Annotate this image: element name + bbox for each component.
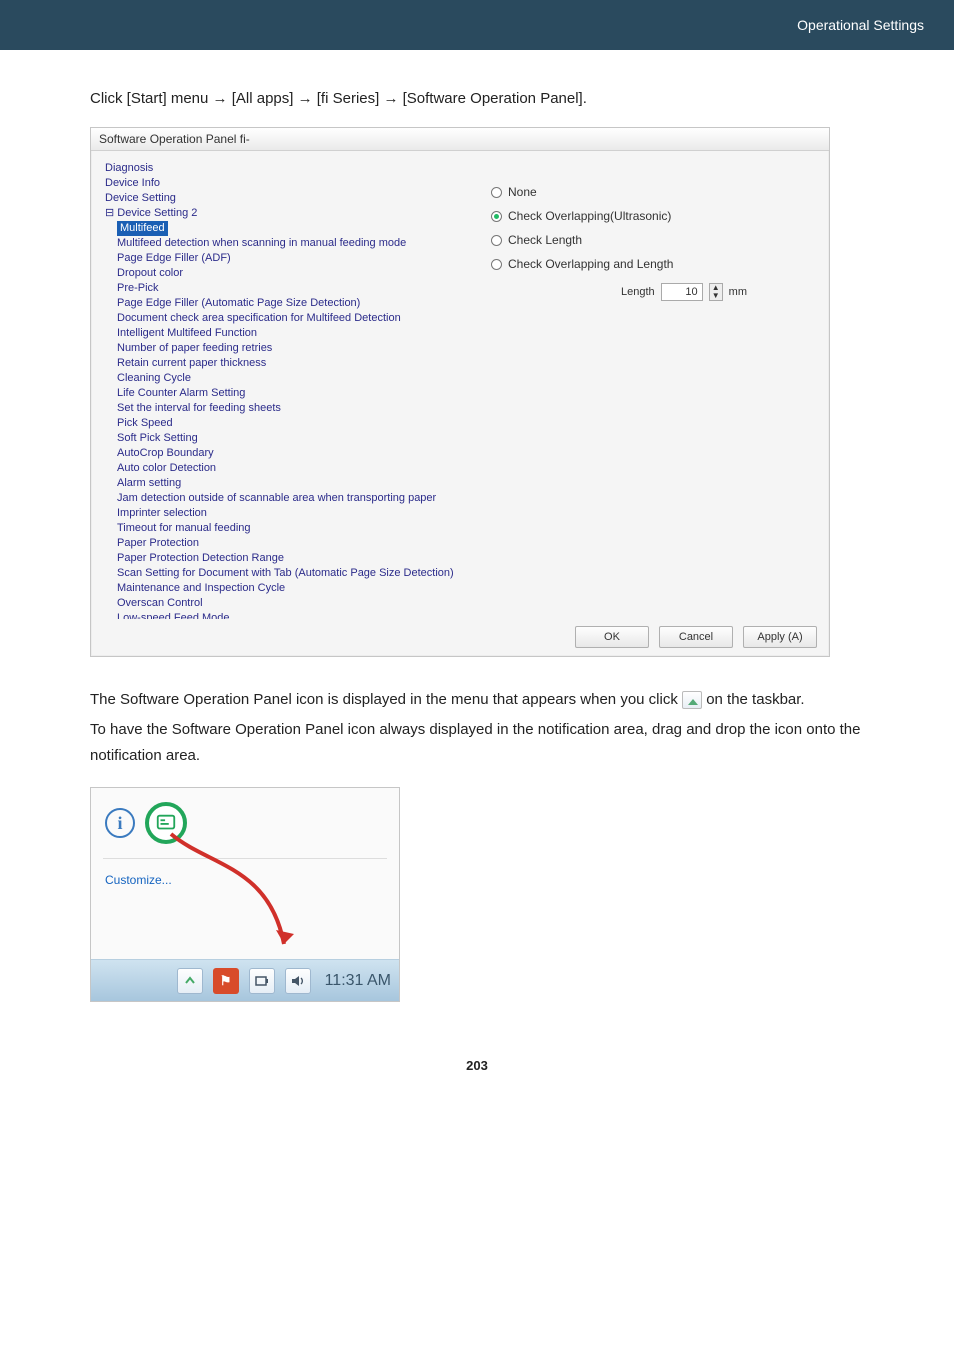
taskbar: ⚑ 11:31 AM <box>91 959 399 1001</box>
tree-item-selected[interactable]: Multifeed <box>117 221 465 236</box>
length-row: Length 10 ▲▼ mm <box>621 283 809 301</box>
radio-icon <box>491 259 502 270</box>
tree-item[interactable]: Cleaning Cycle <box>117 371 465 386</box>
cancel-button[interactable]: Cancel <box>659 626 733 648</box>
info-icon[interactable]: i <box>105 808 135 838</box>
notification-area-screenshot: i Customize... ⚑ <box>90 787 400 1002</box>
tree-item[interactable]: Intelligent Multifeed Function <box>117 326 465 341</box>
radio-icon <box>491 187 502 198</box>
tree-item[interactable]: Imprinter selection <box>117 506 465 521</box>
tree-item[interactable]: Low-speed Feed Mode <box>117 611 465 619</box>
tree-item[interactable]: Multifeed detection when scanning in man… <box>117 236 465 251</box>
tree-item[interactable]: Retain current paper thickness <box>117 356 465 371</box>
radio-length[interactable]: Check Length <box>491 233 809 247</box>
tree-item[interactable]: Paper Protection Detection Range <box>117 551 465 566</box>
tree-item[interactable]: Alarm setting <box>117 476 465 491</box>
tray-up-arrow-icon <box>682 691 702 709</box>
radio-overlap-length[interactable]: Check Overlapping and Length <box>491 257 809 271</box>
tree-item-expanded[interactable]: ⊟ Device Setting 2 <box>105 206 465 221</box>
settings-tree[interactable]: Diagnosis Device Info Device Setting ⊟ D… <box>91 151 471 619</box>
tree-item[interactable]: Auto color Detection <box>117 461 465 476</box>
tree-item[interactable]: Number of paper feeding retries <box>117 341 465 356</box>
length-input[interactable]: 10 <box>661 283 703 301</box>
tree-item[interactable]: Scan Setting for Document with Tab (Auto… <box>117 566 465 581</box>
ok-button[interactable]: OK <box>575 626 649 648</box>
tree-item[interactable]: Maintenance and Inspection Cycle <box>117 581 465 596</box>
page-number: 203 <box>90 1058 864 1073</box>
tree-item[interactable]: Overscan Control <box>117 596 465 611</box>
battery-icon[interactable] <box>249 968 275 994</box>
radio-icon <box>491 235 502 246</box>
speaker-glyph-icon <box>291 975 305 987</box>
header-section: Operational Settings <box>797 17 924 33</box>
radio-none[interactable]: None <box>491 185 809 199</box>
sop-tray-icon[interactable] <box>145 802 187 844</box>
tree-item[interactable]: Soft Pick Setting <box>117 431 465 446</box>
tree-item[interactable]: Dropout color <box>117 266 465 281</box>
tree-item[interactable]: Device Info <box>105 176 465 191</box>
instruction-line: Click [Start] menu → [All apps] → [fi Se… <box>90 90 864 107</box>
tree-item[interactable]: Paper Protection <box>117 536 465 551</box>
tree-item[interactable]: Document check area specification for Mu… <box>117 311 465 326</box>
page-header: Operational Settings <box>0 0 954 50</box>
tree-item[interactable]: Diagnosis <box>105 161 465 176</box>
spin-buttons[interactable]: ▲▼ <box>709 283 723 301</box>
settings-panel: None Check Overlapping(Ultrasonic) Check… <box>471 151 829 619</box>
length-unit: mm <box>729 286 747 298</box>
tree-item[interactable]: Pre-Pick <box>117 281 465 296</box>
dialog-buttons: OK Cancel Apply (A) <box>575 626 817 648</box>
tree-item[interactable]: Jam detection outside of scannable area … <box>117 491 465 506</box>
tray-expand-button[interactable] <box>177 968 203 994</box>
customize-link[interactable]: Customize... <box>91 863 399 901</box>
window-title: Software Operation Panel fi- <box>91 128 829 151</box>
chevron-up-icon <box>185 976 195 986</box>
apply-button[interactable]: Apply (A) <box>743 626 817 648</box>
tree-item[interactable]: Page Edge Filler (Automatic Page Size De… <box>117 296 465 311</box>
tree-item[interactable]: Set the interval for feeding sheets <box>117 401 465 416</box>
taskbar-clock[interactable]: 11:31 AM <box>325 972 391 990</box>
battery-glyph-icon <box>255 976 269 986</box>
tree-item[interactable]: Life Counter Alarm Setting <box>117 386 465 401</box>
tree-item[interactable]: Device Setting <box>105 191 465 206</box>
radio-icon-selected <box>491 211 502 222</box>
divider <box>103 858 387 859</box>
arrow-icon: → <box>298 90 313 107</box>
tree-item[interactable]: Timeout for manual feeding <box>117 521 465 536</box>
sop-window: Software Operation Panel fi- Diagnosis D… <box>90 127 830 657</box>
arrow-icon: → <box>383 90 398 107</box>
panel-glyph-icon <box>155 812 177 834</box>
arrow-icon: → <box>213 90 228 107</box>
length-label: Length <box>621 286 655 298</box>
body-paragraph-1: The Software Operation Panel icon is dis… <box>90 687 864 713</box>
tree-item[interactable]: AutoCrop Boundary <box>117 446 465 461</box>
tree-item[interactable]: Page Edge Filler (ADF) <box>117 251 465 266</box>
body-paragraph-2: To have the Software Operation Panel ico… <box>90 717 864 769</box>
action-center-icon[interactable]: ⚑ <box>213 968 239 994</box>
tree-item[interactable]: Pick Speed <box>117 416 465 431</box>
volume-icon[interactable] <box>285 968 311 994</box>
radio-overlap[interactable]: Check Overlapping(Ultrasonic) <box>491 209 809 223</box>
